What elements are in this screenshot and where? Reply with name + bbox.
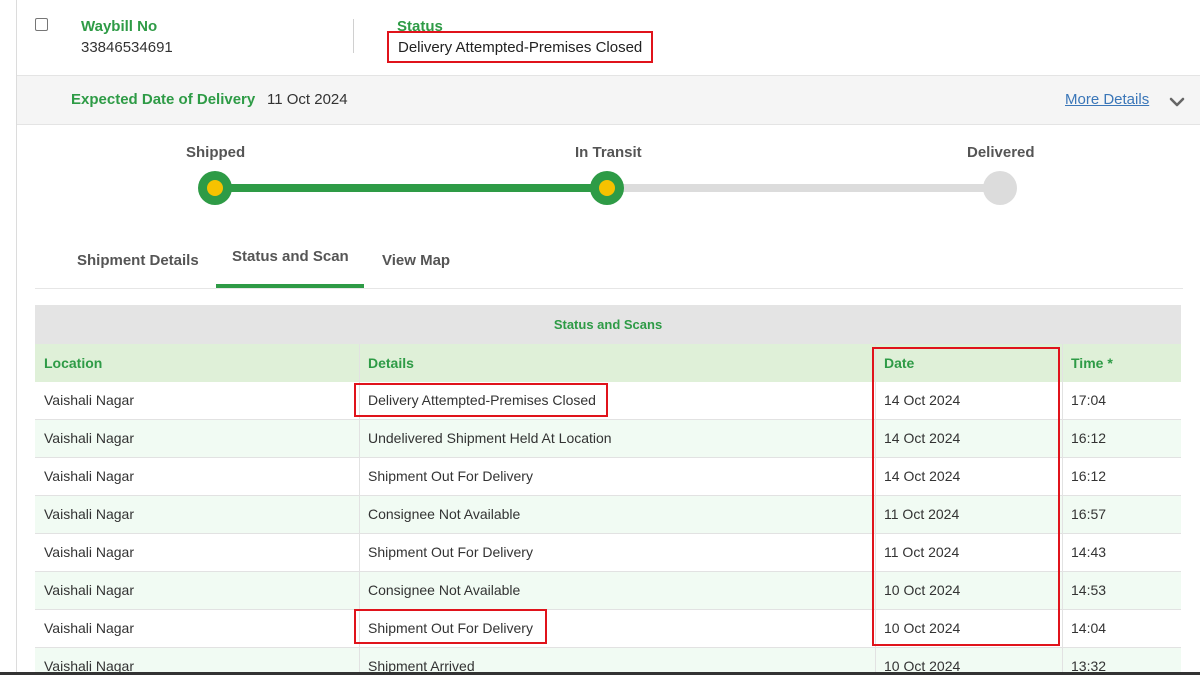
cell-details: Consignee Not Available [368, 582, 521, 598]
expected-delivery-label: Expected Date of Delivery [71, 91, 256, 108]
cell-location: Vaishali Nagar [44, 430, 135, 446]
table-row: Vaishali Nagar Delivery Attempted-Premis… [35, 382, 1181, 420]
cell-details: Shipment Out For Delivery [368, 544, 533, 560]
table-header: Location Details Date Time * [35, 344, 1181, 382]
cell-date: 14 Oct 2024 [884, 392, 961, 408]
step-label-delivered: Delivered [967, 144, 1035, 161]
cell-details: Consignee Not Available [368, 506, 521, 522]
table-row: Vaishali Nagar Shipment Out For Delivery… [35, 610, 1181, 648]
status-value: Delivery Attempted-Premises Closed [387, 31, 654, 63]
cell-date: 14 Oct 2024 [884, 430, 961, 446]
chevron-down-icon[interactable] [1169, 94, 1185, 110]
cell-time: 16:12 [1071, 430, 1107, 446]
cell-date: 10 Oct 2024 [884, 658, 961, 674]
column-header-details: Details [368, 355, 414, 371]
header-divider [353, 19, 354, 53]
column-divider [1062, 344, 1063, 675]
column-divider [875, 344, 876, 675]
cell-details: Delivery Attempted-Premises Closed [368, 392, 596, 408]
cell-details: Shipment Arrived [368, 658, 475, 674]
progress-track-pending [605, 184, 1001, 192]
shipment-card: Waybill No 33846534691 Status Delivery A… [16, 0, 1200, 675]
waybill-label: Waybill No [81, 18, 158, 35]
waybill-number: 33846534691 [81, 39, 173, 56]
cell-time: 16:57 [1071, 506, 1107, 522]
more-details-link[interactable]: More Details [1065, 91, 1149, 108]
column-header-location: Location [44, 355, 103, 371]
cell-time: 14:43 [1071, 544, 1107, 560]
tab-status-and-scan[interactable]: Status and Scan [232, 248, 349, 265]
cell-time: 13:32 [1071, 658, 1107, 674]
cell-location: Vaishali Nagar [44, 582, 135, 598]
table-row: Vaishali Nagar Undelivered Shipment Held… [35, 420, 1181, 458]
select-checkbox[interactable] [35, 18, 48, 31]
status-scans-table: Status and Scans Location Details Date T… [35, 305, 1181, 675]
cell-location: Vaishali Nagar [44, 658, 135, 674]
table-title: Status and Scans [35, 305, 1181, 344]
cell-time: 14:53 [1071, 582, 1107, 598]
cell-location: Vaishali Nagar [44, 392, 135, 408]
progress-track-completed [213, 184, 613, 192]
step-dot-shipped [198, 171, 232, 205]
column-header-time[interactable]: Time * [1062, 344, 1181, 382]
cell-location: Vaishali Nagar [44, 506, 135, 522]
cell-details: Shipment Out For Delivery [368, 468, 533, 484]
tab-view-map[interactable]: View Map [382, 252, 450, 269]
cell-date: 14 Oct 2024 [884, 468, 961, 484]
column-divider [359, 344, 360, 675]
cell-time: 17:04 [1071, 392, 1107, 408]
cell-date: 10 Oct 2024 [884, 620, 961, 636]
table-row: Vaishali Nagar Shipment Out For Delivery… [35, 458, 1181, 496]
cell-location: Vaishali Nagar [44, 620, 135, 636]
cell-details: Undelivered Shipment Held At Location [368, 430, 612, 446]
table-row: Vaishali Nagar Consignee Not Available 1… [35, 572, 1181, 610]
cell-time: 14:04 [1071, 620, 1107, 636]
expected-delivery-bar: Expected Date of Delivery 11 Oct 2024 Mo… [17, 75, 1200, 125]
step-label-shipped: Shipped [186, 144, 246, 161]
tabs-divider [35, 288, 1183, 289]
expected-delivery-date: 11 Oct 2024 [267, 91, 348, 108]
cell-details: Shipment Out For Delivery [368, 620, 533, 636]
cell-date: 11 Oct 2024 [884, 544, 960, 560]
table-row: Vaishali Nagar Shipment Arrived 10 Oct 2… [35, 648, 1181, 675]
active-tab-indicator [216, 284, 364, 288]
shipment-header: Waybill No 33846534691 Status Delivery A… [17, 0, 1200, 75]
column-header-date: Date [884, 355, 915, 371]
table-row: Vaishali Nagar Shipment Out For Delivery… [35, 534, 1181, 572]
cell-time: 16:12 [1071, 468, 1107, 484]
cell-date: 11 Oct 2024 [884, 506, 960, 522]
step-label-in-transit: In Transit [575, 144, 642, 161]
cell-date: 10 Oct 2024 [884, 582, 961, 598]
tab-shipment-details[interactable]: Shipment Details [77, 252, 199, 269]
cell-location: Vaishali Nagar [44, 468, 135, 484]
step-dot-delivered [983, 171, 1017, 205]
table-row: Vaishali Nagar Consignee Not Available 1… [35, 496, 1181, 534]
cell-location: Vaishali Nagar [44, 544, 135, 560]
step-dot-in-transit [590, 171, 624, 205]
